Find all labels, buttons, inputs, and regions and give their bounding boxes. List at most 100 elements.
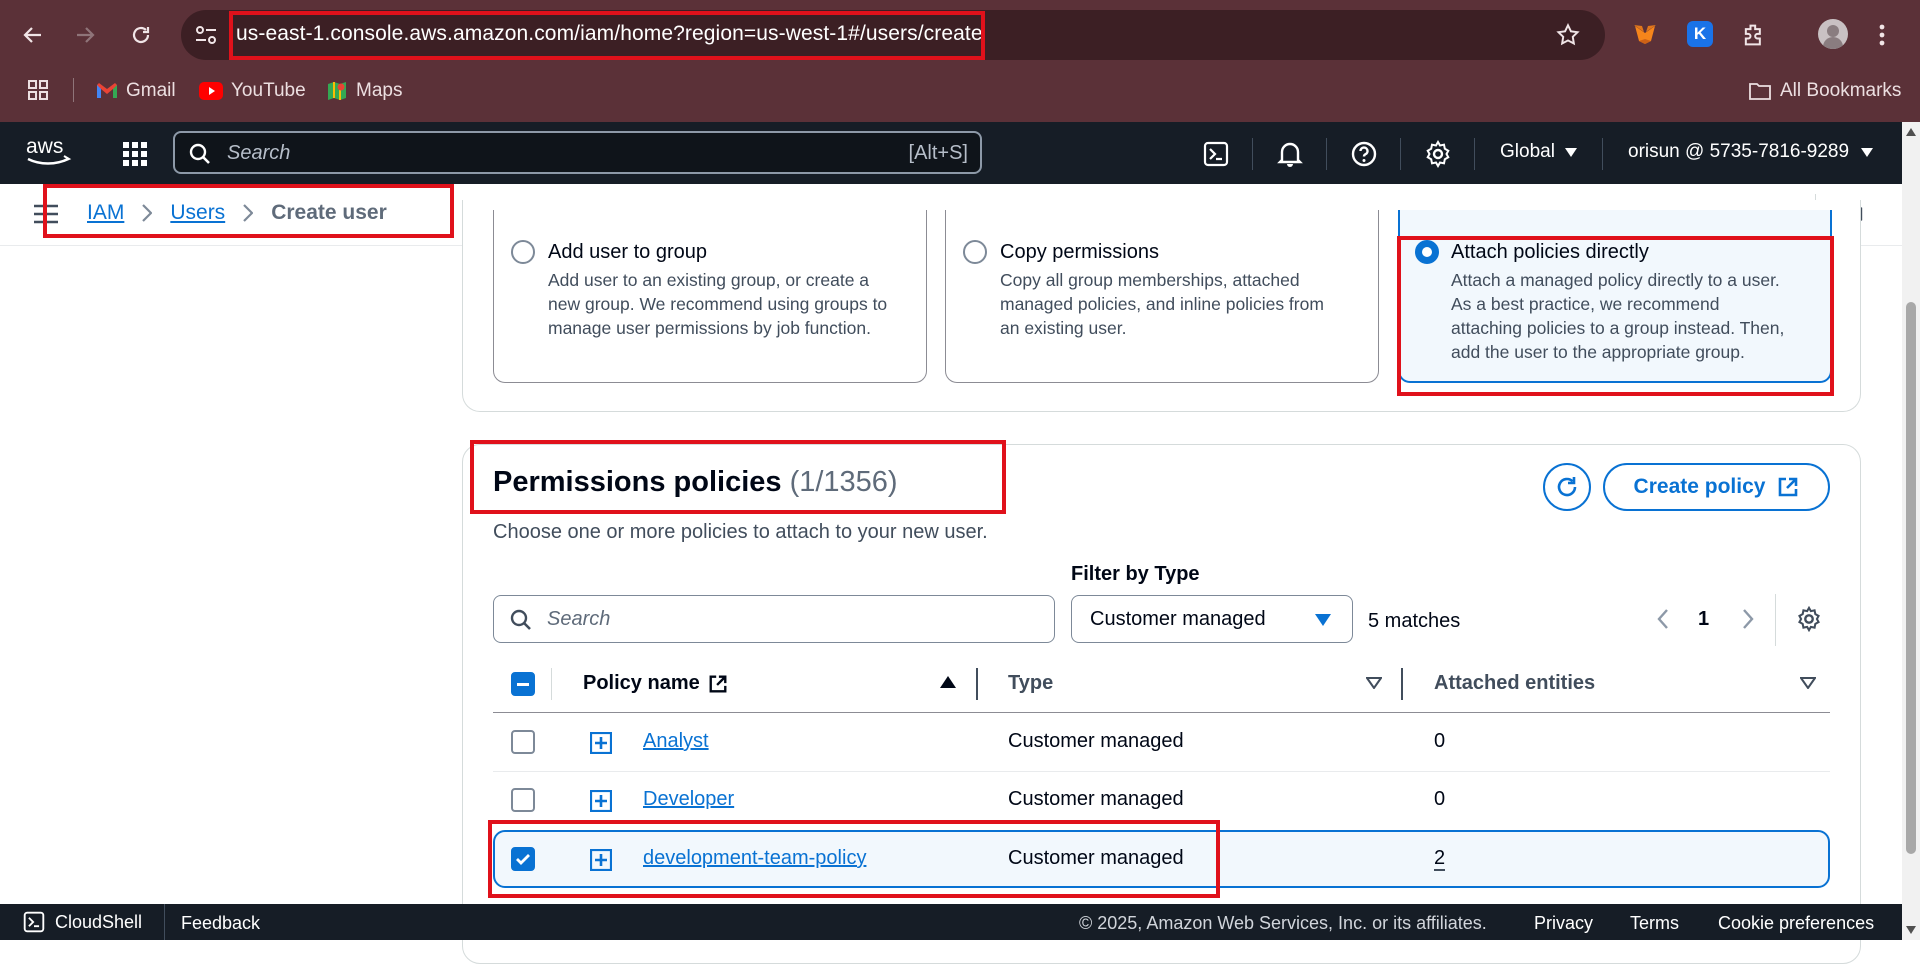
cloudshell-icon[interactable] — [1198, 136, 1234, 172]
expand-plus-icon — [590, 790, 612, 812]
bookmark-maps[interactable]: Maps — [326, 80, 402, 102]
table-row[interactable]: Developer Customer managed 0 — [493, 772, 1830, 828]
expand-plus-icon — [590, 732, 612, 754]
hamburger-menu-icon[interactable] — [34, 203, 58, 225]
policy-link[interactable]: Developer — [643, 788, 734, 811]
column-type[interactable]: Type — [1008, 672, 1053, 695]
option-description: Copy all group memberships, attached mana… — [1000, 270, 1324, 338]
radio-copy-permissions[interactable] — [963, 240, 987, 264]
page-scrollbar[interactable] — [1902, 122, 1920, 940]
refresh-icon — [1557, 477, 1577, 497]
maps-icon — [328, 82, 346, 100]
apps-grid-icon[interactable] — [26, 78, 50, 102]
aws-search-input[interactable]: Search [Alt+S] — [173, 131, 982, 174]
table-row-selected[interactable]: development-team-policy Customer managed… — [493, 830, 1830, 888]
select-all-checkbox[interactable] — [511, 672, 535, 696]
checkmark-icon — [516, 854, 530, 865]
caret-down-icon — [1315, 614, 1331, 626]
next-page-icon[interactable] — [1741, 608, 1755, 630]
help-icon[interactable] — [1346, 136, 1382, 172]
policy-entities[interactable]: 2 — [1434, 847, 1446, 871]
copyright-text: © 2025, Amazon Web Services, Inc. or its… — [1079, 913, 1487, 933]
bookmark-youtube[interactable]: YouTube — [199, 80, 306, 102]
terms-link[interactable]: Terms — [1630, 913, 1679, 934]
url-text[interactable]: us-east-1.console.aws.amazon.com/iam/hom… — [236, 22, 983, 46]
breadcrumb-current: Create user — [271, 201, 387, 224]
notifications-bell-icon[interactable] — [1272, 136, 1308, 172]
account-menu[interactable]: orisun @ 5735-7816-9289 — [1628, 141, 1874, 163]
create-policy-button[interactable]: Create policy — [1603, 463, 1830, 511]
settings-gear-icon[interactable] — [1420, 136, 1456, 172]
services-grid-icon[interactable] — [117, 136, 153, 172]
youtube-icon — [199, 82, 223, 100]
all-bookmarks[interactable]: All Bookmarks — [1748, 80, 1901, 102]
policy-type: Customer managed — [1008, 730, 1184, 752]
forward-arrow-icon — [77, 27, 95, 43]
column-attached-entities[interactable]: Attached entities — [1434, 672, 1595, 695]
browser-menu-icon[interactable] — [1876, 21, 1888, 49]
policy-link[interactable]: development-team-policy — [643, 847, 866, 870]
cookie-preferences-link[interactable]: Cookie preferences — [1718, 913, 1874, 934]
row-checkbox[interactable] — [511, 788, 535, 812]
prev-page-icon[interactable] — [1656, 608, 1670, 630]
search-placeholder: Search — [227, 142, 291, 164]
svg-text:aws: aws — [26, 135, 63, 158]
cloudshell-footer-button[interactable]: CloudShell — [23, 911, 142, 933]
privacy-link[interactable]: Privacy — [1534, 913, 1593, 934]
scroll-down-arrow-icon — [1906, 926, 1916, 934]
filter-type-select[interactable]: Customer managed — [1071, 595, 1353, 643]
radio-add-user-to-group[interactable] — [511, 240, 535, 264]
caret-down-icon — [1564, 147, 1577, 157]
reload-button[interactable] — [123, 17, 159, 53]
radio-attach-policies-directly[interactable] — [1415, 240, 1439, 264]
table-row[interactable]: Analyst Customer managed 0 — [493, 713, 1830, 771]
policy-entities: 0 — [1434, 730, 1446, 752]
console-footer: CloudShell Feedback © 2025, Amazon Web S… — [0, 904, 1902, 940]
column-policy-name[interactable]: Policy name — [583, 672, 728, 695]
back-button[interactable] — [15, 17, 51, 53]
option-description: Attach a managed policy directly to a us… — [1451, 270, 1785, 362]
sort-icon[interactable] — [1800, 677, 1816, 689]
refresh-button[interactable] — [1543, 463, 1591, 511]
permissions-count: (1/1356) — [789, 466, 898, 498]
table-preferences-gear-icon[interactable] — [1796, 606, 1822, 632]
k-extension-icon[interactable]: K — [1687, 21, 1713, 47]
expand-plus-icon — [590, 849, 612, 871]
extensions-puzzle-icon[interactable] — [1740, 21, 1768, 49]
row-checkbox[interactable] — [511, 730, 535, 754]
option-description: Add user to an existing group, or create… — [548, 270, 888, 338]
breadcrumb-iam[interactable]: IAM — [87, 201, 124, 225]
sort-ascending-icon[interactable] — [940, 676, 956, 688]
policy-type: Customer managed — [1008, 788, 1184, 810]
bookmark-star-icon[interactable] — [1555, 22, 1581, 48]
cloudshell-icon — [23, 911, 45, 933]
site-info-icon[interactable] — [193, 23, 219, 47]
profile-avatar[interactable] — [1818, 19, 1848, 49]
scrollbar-thumb[interactable] — [1906, 302, 1916, 854]
external-link-icon — [1779, 477, 1798, 497]
feedback-link[interactable]: Feedback — [181, 913, 260, 934]
caret-down-icon — [1861, 147, 1874, 157]
current-page[interactable]: 1 — [1698, 608, 1709, 631]
filter-label: Filter by Type — [1071, 563, 1200, 585]
bookmark-gmail[interactable]: Gmail — [96, 80, 176, 102]
policy-search-input[interactable]: Search — [493, 595, 1055, 643]
permissions-title: Permissions policies (1/1356) — [493, 466, 898, 498]
option-title: Copy permissions — [1000, 241, 1159, 263]
row-checkbox-checked[interactable] — [511, 847, 535, 871]
policy-type: Customer managed — [1008, 847, 1184, 869]
metamask-extension-icon[interactable] — [1630, 20, 1660, 50]
match-count: 5 matches — [1368, 610, 1461, 632]
option-title: Attach policies directly — [1451, 241, 1649, 263]
folder-icon — [1749, 83, 1771, 100]
forward-button[interactable] — [67, 17, 103, 53]
sort-icon[interactable] — [1366, 677, 1382, 689]
policy-entities: 0 — [1434, 788, 1446, 810]
aws-logo[interactable]: aws — [24, 134, 74, 168]
scroll-up-arrow-icon — [1906, 128, 1916, 136]
permissions-description: Choose one or more policies to attach to… — [493, 521, 988, 543]
region-selector[interactable]: Global — [1500, 141, 1577, 163]
chevron-right-icon — [142, 204, 153, 222]
policy-link[interactable]: Analyst — [643, 730, 709, 753]
breadcrumb-users[interactable]: Users — [170, 201, 225, 225]
